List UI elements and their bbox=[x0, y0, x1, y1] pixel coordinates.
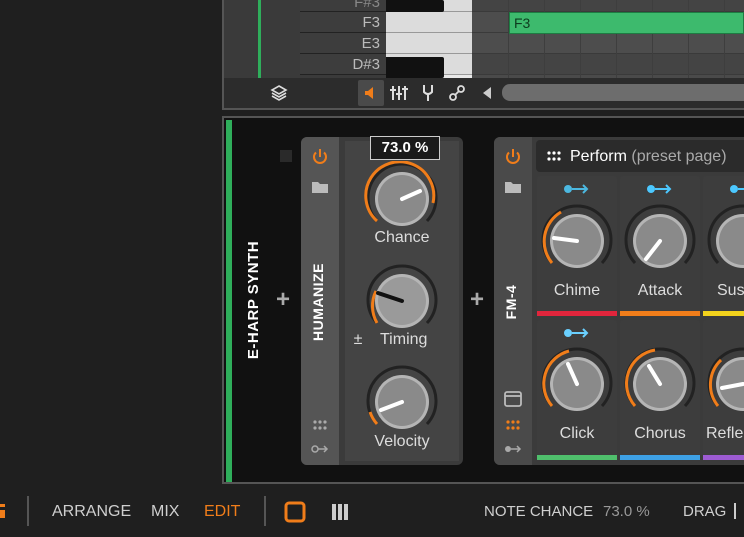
tuning-fork-icon[interactable] bbox=[418, 83, 438, 103]
power-icon[interactable] bbox=[309, 146, 331, 168]
divider bbox=[264, 496, 266, 526]
view-tab-edit[interactable]: EDIT bbox=[204, 503, 240, 521]
knob-label: Chorus bbox=[634, 425, 686, 442]
speaker-button[interactable] bbox=[358, 80, 384, 106]
scroll-left-icon[interactable] bbox=[477, 83, 497, 103]
velocity-knob[interactable] bbox=[364, 364, 440, 440]
modulation-arrow-icon[interactable] bbox=[309, 438, 331, 460]
bipolar-prefix: ± bbox=[353, 331, 363, 348]
folder-icon[interactable] bbox=[502, 176, 524, 198]
piano-key-labels: F#3 F3 E3 D#3 bbox=[300, 0, 386, 78]
piano-key[interactable] bbox=[386, 12, 472, 33]
speaker-icon bbox=[365, 87, 373, 99]
piano-key[interactable] bbox=[386, 33, 472, 54]
value-tooltip: 73.0 % bbox=[370, 136, 440, 160]
divider bbox=[27, 496, 29, 526]
chance-knob[interactable] bbox=[364, 161, 440, 237]
key-label: F#3 bbox=[300, 0, 386, 12]
folder-icon[interactable] bbox=[309, 176, 331, 198]
grid-dots-icon[interactable] bbox=[309, 414, 331, 436]
device-indicator[interactable] bbox=[280, 150, 292, 162]
add-device-button[interactable]: + bbox=[276, 286, 290, 314]
mixer-sliders-icon[interactable] bbox=[389, 83, 409, 103]
drag-label: DRAG bbox=[683, 503, 727, 520]
black-piano-key[interactable] bbox=[386, 57, 444, 78]
preset-page-subtitle: (preset page) bbox=[631, 148, 727, 165]
multi-panel-layout-icon[interactable] bbox=[331, 503, 349, 521]
view-tab-arrange[interactable]: ARRANGE bbox=[52, 503, 131, 521]
chime-knob[interactable] bbox=[539, 203, 615, 279]
modulation-arrow-icon[interactable] bbox=[729, 183, 744, 195]
grid-dots-icon bbox=[547, 151, 561, 161]
device-name: HUMANIZE bbox=[310, 263, 326, 341]
key-label: F3 bbox=[300, 12, 386, 33]
chorus-knob[interactable] bbox=[622, 346, 698, 422]
single-panel-layout-icon[interactable] bbox=[284, 501, 306, 523]
knob-label: Chance bbox=[374, 229, 430, 246]
status-label: NOTE CHANCE bbox=[484, 503, 594, 520]
modulation-arrow-icon[interactable] bbox=[646, 183, 674, 195]
track-name: E-HARP SYNTH bbox=[245, 240, 262, 360]
layers-icon[interactable] bbox=[269, 83, 289, 103]
knob-label: Attack bbox=[637, 282, 683, 299]
device-name: FM-4 bbox=[503, 284, 519, 320]
click-knob[interactable] bbox=[539, 346, 615, 422]
attack-knob[interactable] bbox=[622, 203, 698, 279]
modulation-arrow-icon[interactable] bbox=[502, 438, 524, 460]
piano-keyboard[interactable] bbox=[386, 0, 472, 78]
power-icon[interactable] bbox=[502, 146, 524, 168]
track-color-strip bbox=[226, 120, 232, 482]
sustain-knob[interactable] bbox=[705, 203, 744, 279]
key-label: D#3 bbox=[300, 54, 386, 75]
knob-label: Sust bbox=[717, 282, 744, 299]
view-tab-mix[interactable]: MIX bbox=[151, 503, 179, 521]
timing-knob[interactable] bbox=[364, 263, 440, 339]
window-icon[interactable] bbox=[502, 388, 524, 410]
horizontal-scrollbar[interactable] bbox=[502, 84, 744, 101]
preset-page-title: Perform (preset page) bbox=[570, 148, 727, 166]
add-device-button[interactable]: + bbox=[470, 286, 484, 314]
modulation-arrow-icon[interactable] bbox=[563, 183, 591, 195]
modulation-arrow-icon[interactable] bbox=[563, 327, 591, 339]
knob-label: Click bbox=[559, 425, 595, 442]
grid-dots-icon[interactable] bbox=[502, 414, 524, 436]
knob-label: Chime bbox=[553, 282, 601, 299]
link-nodes-icon[interactable] bbox=[447, 83, 467, 103]
status-value: 73.0 % bbox=[603, 503, 650, 520]
preset-page-name: Perform bbox=[570, 148, 627, 165]
key-label: E3 bbox=[300, 33, 386, 54]
drag-mode-icon[interactable] bbox=[734, 503, 744, 519]
black-piano-key[interactable] bbox=[386, 0, 444, 12]
knob-label: Refle bbox=[706, 425, 744, 442]
midi-note[interactable]: F3 bbox=[509, 12, 744, 34]
app-menu-icon[interactable] bbox=[0, 504, 6, 518]
knob-label: Velocity bbox=[374, 433, 430, 450]
reflection-knob[interactable] bbox=[705, 346, 744, 422]
knob-label: Timing bbox=[380, 331, 428, 348]
